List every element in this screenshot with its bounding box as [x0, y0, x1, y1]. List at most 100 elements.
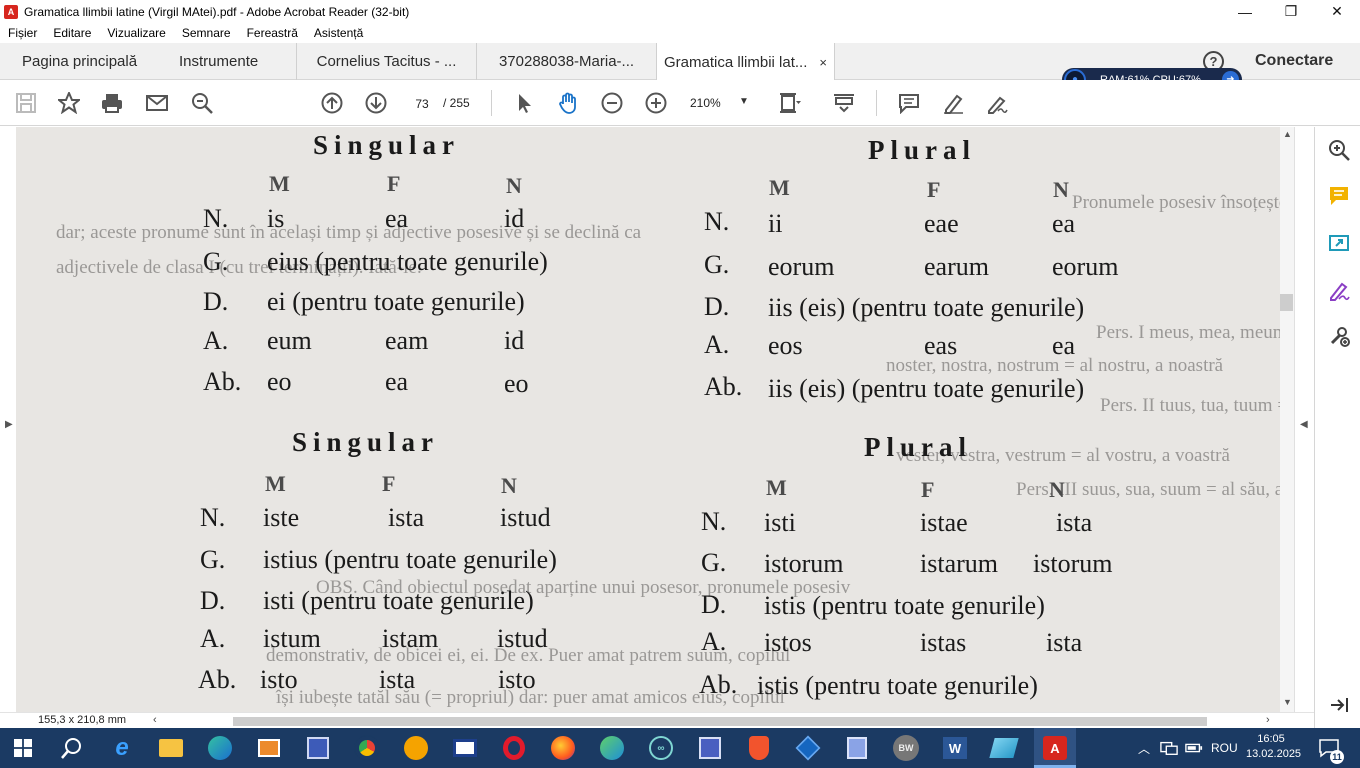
menu-window[interactable]: Fereastră: [239, 26, 306, 40]
gender-label: F: [927, 177, 941, 202]
menu-file[interactable]: Fișier: [0, 26, 45, 40]
select-cursor-icon[interactable]: [512, 91, 536, 115]
vertical-scrollbar[interactable]: ▲ ▼: [1280, 127, 1294, 712]
menu-edit[interactable]: Editare: [45, 26, 99, 40]
video-app-icon[interactable]: [450, 733, 480, 763]
tools-side-icon[interactable]: [1327, 324, 1351, 348]
scroll-mode-icon[interactable]: [832, 91, 856, 115]
form-cell: ea: [385, 204, 409, 233]
page-down-icon[interactable]: [364, 91, 388, 115]
tab-doc-maria[interactable]: 370288038-Maria-...: [476, 43, 656, 80]
collapse-right-icon[interactable]: ◀: [1300, 419, 1308, 430]
horizontal-scrollbar[interactable]: 155,3 x 210,8 mm ‹ ›: [0, 712, 1314, 728]
tray-overflow-icon[interactable]: ︿: [1138, 728, 1150, 768]
minimize-button[interactable]: —: [1222, 0, 1268, 23]
connect-button[interactable]: Conectare: [1255, 52, 1333, 70]
tab-tools[interactable]: Instrumente: [179, 43, 258, 80]
form-cell: eorum: [1052, 252, 1119, 281]
horizontal-scroll-thumb[interactable]: [233, 717, 1207, 726]
close-window-button[interactable]: ✕: [1314, 0, 1360, 23]
document-view[interactable]: Pronumele posesiv însoțește numele poses…: [16, 127, 1280, 712]
form-cell: eos: [768, 331, 803, 360]
sign-icon[interactable]: [985, 91, 1009, 115]
chevron-down-icon[interactable]: ▼: [739, 96, 749, 107]
star-icon[interactable]: [57, 91, 81, 115]
export-side-icon[interactable]: [1327, 231, 1351, 255]
save-icon[interactable]: [14, 91, 38, 115]
firefox-icon[interactable]: [548, 733, 578, 763]
tab-doc-gramatica[interactable]: Gramatica llimbii lat... ×: [656, 43, 835, 81]
maximize-button[interactable]: ❐: [1268, 0, 1314, 23]
bleed-line: dar; aceste pronume sunt în același timp…: [56, 222, 642, 243]
ie-icon[interactable]: e: [107, 733, 137, 763]
arduino-icon[interactable]: ∞: [646, 733, 676, 763]
folder-app-icon[interactable]: [989, 733, 1019, 763]
edge-icon[interactable]: [205, 733, 235, 763]
comment-icon[interactable]: [897, 91, 921, 115]
page-fit-icon[interactable]: [778, 91, 802, 115]
print-icon[interactable]: [100, 91, 124, 115]
scroll-left-icon[interactable]: ‹: [153, 714, 157, 726]
form-cell: isto: [498, 665, 536, 694]
clock[interactable]: 16:05 13.02.2025: [1246, 732, 1302, 762]
note-side-icon[interactable]: [1327, 184, 1351, 208]
zoom-level-select[interactable]: 210%: [690, 96, 721, 110]
form-cell: istum: [263, 624, 321, 653]
highlight-icon[interactable]: [941, 91, 965, 115]
bleed-line: Pronumele posesiv însoțește numele poses…: [1072, 192, 1280, 213]
case-label: Ab.: [704, 372, 743, 401]
scroll-thumb[interactable]: [1280, 294, 1293, 311]
zoom-in-icon[interactable]: [644, 91, 668, 115]
page-number-input[interactable]: 73: [406, 90, 438, 116]
case-label: Ab.: [699, 670, 738, 699]
bw-icon[interactable]: BW: [891, 733, 921, 763]
form-cell: istius (pentru toate genurile): [263, 545, 557, 574]
media-icon[interactable]: [254, 733, 284, 763]
close-tab-icon[interactable]: ×: [819, 55, 827, 70]
scroll-up-icon[interactable]: ▲: [1283, 129, 1292, 139]
chrome-icon[interactable]: [352, 733, 382, 763]
tab-doc-tacitus[interactable]: Cornelius Tacitus - ...: [296, 43, 476, 80]
form-cell: ea: [1052, 331, 1076, 360]
menu-view[interactable]: Vizualizare: [99, 26, 173, 40]
battery-icon[interactable]: [1185, 728, 1203, 768]
explorer-icon[interactable]: [156, 733, 186, 763]
vs-icon[interactable]: [793, 733, 823, 763]
network-icon[interactable]: [1160, 728, 1178, 768]
zoom-out-icon[interactable]: [600, 91, 624, 115]
edit-side-icon[interactable]: [1327, 278, 1351, 302]
save-app-icon[interactable]: [303, 733, 333, 763]
box-app-icon[interactable]: [842, 733, 872, 763]
search-zoom-icon[interactable]: [190, 91, 214, 115]
scroll-right-icon[interactable]: ›: [1266, 714, 1270, 726]
menu-help[interactable]: Asistență: [306, 26, 371, 40]
left-panel: ▶: [0, 127, 16, 712]
start-icon[interactable]: [8, 733, 38, 763]
menu-sign[interactable]: Semnare: [174, 26, 239, 40]
form-cell: eo: [267, 367, 292, 396]
zoom-side-icon[interactable]: [1327, 138, 1351, 162]
page-total: / 255: [443, 96, 470, 110]
acrobat-task-icon[interactable]: A: [1034, 728, 1076, 768]
mail-icon[interactable]: [145, 91, 169, 115]
expand-left-icon[interactable]: ▶: [5, 419, 13, 430]
language-indicator[interactable]: ROU: [1211, 728, 1238, 768]
collapse-pane-icon[interactable]: [1327, 693, 1351, 717]
scroll-down-icon[interactable]: ▼: [1283, 697, 1292, 707]
floppy-icon[interactable]: [695, 733, 725, 763]
form-cell: ista: [1046, 628, 1083, 657]
case-label: N.: [701, 507, 727, 536]
form-cell: isti (pentru toate genurile): [263, 586, 534, 615]
search-icon[interactable]: [57, 733, 87, 763]
sun-app-icon[interactable]: [401, 733, 431, 763]
clock-date: 13.02.2025: [1246, 748, 1302, 760]
brave-icon[interactable]: [744, 733, 774, 763]
page-up-icon[interactable]: [320, 91, 344, 115]
form-cell: eam: [385, 326, 429, 355]
form-cell: istud: [497, 624, 548, 653]
hand-icon[interactable]: [556, 91, 580, 115]
globe-app-icon[interactable]: [597, 733, 627, 763]
tab-home[interactable]: Pagina principală: [22, 43, 137, 80]
opera-icon[interactable]: [499, 733, 529, 763]
word-icon[interactable]: W: [940, 733, 970, 763]
